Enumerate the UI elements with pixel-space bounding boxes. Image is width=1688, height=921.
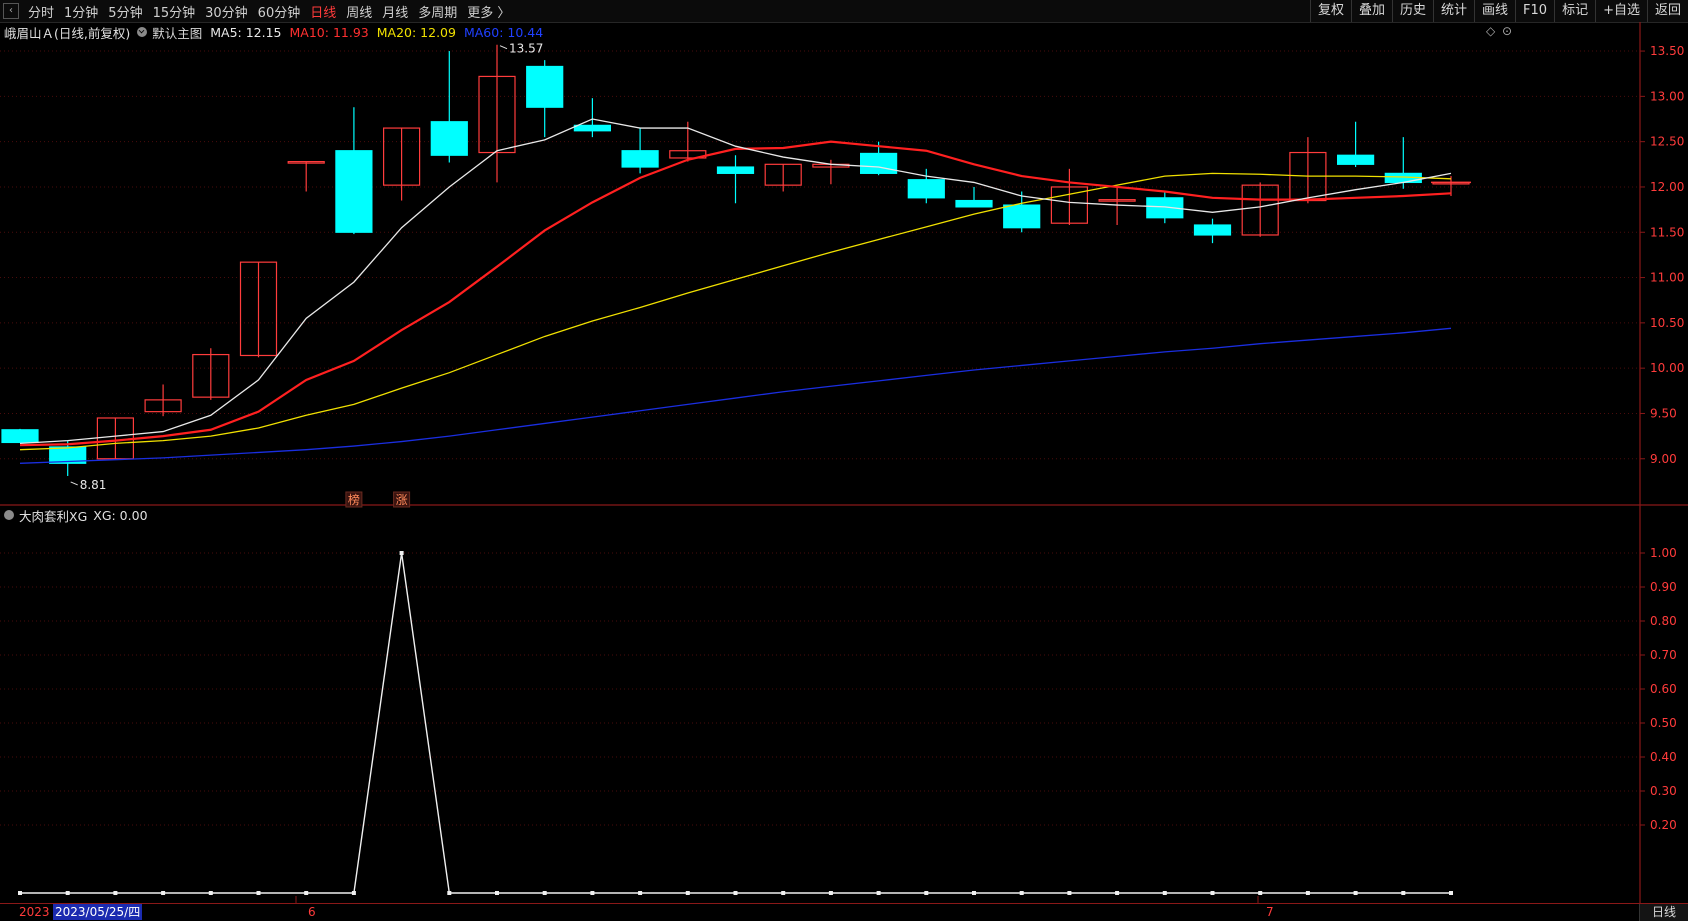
annotation-pointer [499,45,508,50]
xg-point [304,891,309,895]
y-tick-label: 9.00 [1650,452,1677,466]
sub-indicator-label[interactable]: 大肉套利XG [19,506,87,525]
event-marker-label: 涨 [396,492,408,507]
xg-point [1449,891,1453,895]
xg-point [1401,891,1406,895]
xg-point [876,891,881,895]
date-axis-bar: 2023 2023/05/25/四 6 7 日线 [0,904,1688,921]
month-tick-7: 7 [1266,905,1274,919]
xg-point [65,891,70,895]
xg-point [18,891,22,895]
sub-y-tick-label: 0.20 [1650,818,1677,832]
xg-point [1305,891,1310,895]
xg-point [161,891,166,895]
ma20-line [19,172,1452,451]
y-tick-label: 13.50 [1650,44,1684,58]
annotation-pointer [70,481,78,486]
y-tick-label: 9.50 [1650,406,1677,420]
candle-down [1193,224,1232,236]
month-tick-6: 6 [308,905,316,919]
candle-down [907,179,945,199]
xg-point [208,891,213,895]
xg-point [447,891,452,895]
y-tick-label: 11.50 [1650,225,1684,239]
candle-down [859,152,898,174]
sub-y-tick-label: 0.90 [1650,580,1677,594]
xg-point [1115,891,1120,895]
xg-point [495,891,499,895]
candle-down [526,65,564,108]
sub-y-tick-label: 1.00 [1650,546,1677,560]
price-extreme-label: 13.57 [509,42,543,56]
xg-point [638,891,643,895]
sub-y-tick-label: 0.60 [1650,682,1677,696]
xg-point [685,891,690,895]
sub-y-tick-label: 0.50 [1650,716,1677,730]
kline-chart[interactable]: 13.50 13.00 12.50 12.00 11.50 11.00 10.50 10.00… [0,0,1688,921]
candle-down [1,429,39,444]
sub-chart-info: 大肉套利XG XG: 0.00 [0,506,148,524]
xg-point [542,891,547,895]
xg-point [1067,891,1072,895]
xg-point [1019,891,1024,895]
xg-point [1162,891,1167,895]
event-marker-label: 榜 [348,492,360,507]
xg-point [399,551,404,555]
y-tick-label: 11.00 [1650,271,1684,285]
y-tick-label: 13.00 [1650,89,1684,103]
candle-down [335,150,373,233]
candle-down [1003,204,1041,229]
sub-indicator-value: XG: 0.00 [93,507,148,523]
candle-down [955,199,993,208]
xg-point [1353,891,1358,895]
xg-point [972,891,976,895]
period-selector[interactable]: 日线 [1639,904,1688,921]
y-tick-label: 12.00 [1650,180,1684,194]
y-tick-label: 12.50 [1650,135,1684,149]
y-tick-label: 10.50 [1650,316,1684,330]
candle-down [621,150,659,168]
xg-point [256,891,261,895]
price-extreme-label: 8.81 [80,478,107,492]
cursor-date: 2023/05/25/四 [53,904,143,920]
xg-point [1210,891,1215,895]
sub-y-tick-label: 0.40 [1650,750,1677,764]
sub-y-tick-label: 0.70 [1650,648,1677,662]
xg-point [828,891,833,895]
xg-point [590,891,595,895]
ma60-line [19,327,1452,464]
sub-y-tick-label: 0.30 [1650,784,1677,798]
sub-indicator-menu-icon[interactable] [4,510,14,520]
xg-point [351,891,356,895]
date-axis-start: 2023 [19,905,50,919]
y-tick-label: 10.00 [1650,361,1684,375]
xg-point [733,891,738,895]
candle-down [430,121,468,156]
candle-down [716,166,755,174]
xg-point [781,891,786,895]
xg-point [113,891,118,895]
candle-down [1336,154,1375,165]
xg-point [924,891,929,895]
sub-y-tick-label: 0.80 [1650,614,1677,628]
xg-point [1258,891,1263,895]
candle-down [573,124,612,132]
